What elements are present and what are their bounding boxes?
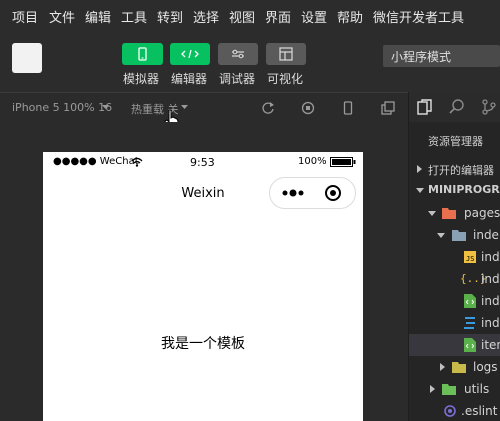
menu-item-select[interactable]: 选择	[193, 7, 219, 26]
tree-item-index-wxss[interactable]: ind	[409, 312, 500, 334]
folder-open-icon	[452, 230, 466, 241]
tree-item-label: ind	[481, 272, 500, 286]
visualize-label: 可视化	[267, 72, 304, 86]
editor-button[interactable]	[170, 43, 210, 65]
menu-item-view[interactable]: 视图	[229, 7, 255, 26]
menu-item-settings[interactable]: 设置	[301, 7, 327, 26]
tree-item-eslint[interactable]: .eslint	[409, 400, 500, 421]
tree-item-label: .eslint	[461, 404, 498, 418]
menu-item-wechat-devtools[interactable]: 微信开发者工具	[373, 7, 464, 26]
page-text: 我是一个模板	[161, 336, 245, 352]
phone-icon	[138, 47, 147, 61]
js-file-icon: JS	[464, 251, 476, 263]
phone-screen: ●●●●● WeChat 9:53 100% Weixin 我是一个模板	[43, 152, 363, 421]
menu-item-edit[interactable]: 编辑	[85, 7, 111, 26]
chevron-down-icon	[181, 105, 188, 109]
tree-item-logs[interactable]: logs	[409, 356, 500, 378]
close-mini-program-icon[interactable]	[324, 184, 342, 202]
css-file-icon	[464, 317, 475, 329]
folder-icon	[452, 362, 466, 373]
tree-item-label: iten	[481, 338, 500, 352]
chevron-down-icon	[102, 105, 109, 109]
tree-item-pages[interactable]: pages	[409, 202, 500, 224]
chevron-down-icon	[416, 188, 424, 193]
visualize-button[interactable]	[266, 43, 306, 65]
simulator-bar: iPhone 5 100% 16 热重载 关	[0, 92, 408, 131]
menu-item-file[interactable]: 文件	[49, 7, 75, 26]
tree-item-label: pages	[464, 206, 500, 220]
tree-item-label: utils	[464, 382, 490, 396]
signal-carrier: ●●●●● WeChat	[53, 156, 139, 167]
explorer-title: 资源管理器	[428, 135, 483, 148]
wxml-file-icon	[464, 294, 476, 308]
wxml-file-icon	[464, 338, 476, 352]
mode-select-value: 小程序模式	[391, 50, 452, 64]
mode-select[interactable]: 小程序模式	[383, 45, 500, 67]
menu-item-project[interactable]: 项目	[12, 7, 38, 26]
project-section[interactable]: MINIPROGRA	[409, 179, 500, 201]
tree-item-index-wxml[interactable]: ind	[409, 290, 500, 312]
files-icon[interactable]	[417, 99, 433, 115]
open-editors-section[interactable]: 打开的编辑器	[409, 158, 500, 180]
open-editors-label: 打开的编辑器	[428, 164, 494, 177]
source-control-icon[interactable]	[481, 99, 497, 115]
phone-icon[interactable]	[341, 101, 355, 115]
simulator-area: ●●●●● WeChat 9:53 100% Weixin 我是一个模板	[0, 122, 408, 421]
chevron-down-icon	[428, 211, 436, 216]
more-icon[interactable]	[281, 188, 305, 198]
folder-open-icon	[442, 208, 456, 219]
chevron-right-icon	[417, 165, 422, 173]
tree-item-item-selected[interactable]: iten	[409, 334, 500, 356]
simulator-button[interactable]	[122, 43, 163, 65]
status-time: 9:53	[190, 156, 215, 169]
chevron-right-icon	[440, 363, 445, 371]
battery-icon	[330, 157, 356, 167]
device-select[interactable]: iPhone 5 100% 16	[12, 101, 112, 114]
tree-item-label: ind	[481, 316, 500, 330]
battery-percent: 100%	[298, 156, 327, 167]
capsule-menu	[269, 177, 356, 209]
tree-item-label: ind	[481, 294, 500, 308]
layout-icon	[279, 47, 293, 61]
chevron-right-icon	[430, 385, 435, 393]
tree-item-utils[interactable]: utils	[409, 378, 500, 400]
simulator-label: 模拟器	[123, 72, 160, 86]
tree-item-label: inde	[473, 228, 499, 242]
project-label: MINIPROGRA	[428, 183, 500, 196]
debug-icon	[232, 49, 244, 59]
explorer-panel: 资源管理器 打开的编辑器 MINIPROGRA pages inde JS in…	[409, 122, 500, 421]
editor-label: 编辑器	[171, 72, 208, 86]
menu-item-help[interactable]: 帮助	[337, 7, 363, 26]
debugger-button[interactable]	[218, 43, 258, 65]
refresh-icon[interactable]	[261, 101, 275, 115]
folder-icon	[442, 384, 456, 395]
toolbar: 模拟器 编辑器 调试器 可视化 小程序模式	[0, 30, 500, 92]
chevron-down-icon	[437, 233, 445, 238]
debugger-label: 调试器	[219, 72, 256, 86]
detach-window-icon[interactable]	[381, 101, 395, 115]
activity-bar	[409, 92, 500, 122]
tree-item-index-folder[interactable]: inde	[409, 224, 500, 246]
menu-item-tools[interactable]: 工具	[121, 7, 147, 26]
code-icon	[181, 49, 199, 59]
wifi-icon	[131, 157, 143, 167]
svg-text:JS: JS	[466, 255, 474, 263]
menu-item-goto[interactable]: 转到	[157, 7, 183, 26]
tree-item-index-js[interactable]: JS ind	[409, 246, 500, 268]
tree-item-label: logs	[473, 360, 498, 374]
tree-item-index-json[interactable]: {..} ind	[409, 268, 500, 290]
stop-icon[interactable]	[301, 101, 315, 115]
menu-item-interface[interactable]: 界面	[265, 7, 291, 26]
avatar[interactable]	[12, 43, 42, 73]
menu-bar: 项目 文件 编辑 工具 转到 选择 视图 界面 设置 帮助 微信开发者工具	[0, 0, 500, 30]
tree-item-label: ind	[481, 250, 500, 264]
eslint-file-icon	[444, 405, 456, 417]
search-icon[interactable]	[449, 99, 465, 115]
